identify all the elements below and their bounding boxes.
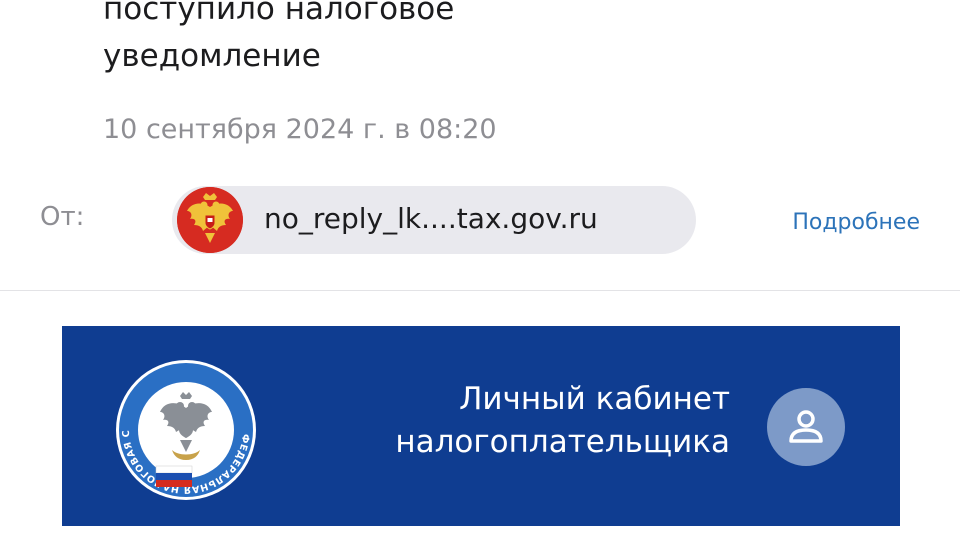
profile-button[interactable] bbox=[767, 388, 845, 466]
subject-line-1: поступило налоговое bbox=[103, 0, 455, 27]
banner-title: Личный кабинет налогоплательщика bbox=[395, 378, 730, 464]
lk-banner[interactable]: ФЕДЕРАЛЬНАЯ НАЛОГОВАЯ СЛУЖБА Личный каби… bbox=[62, 326, 900, 526]
user-icon bbox=[789, 410, 823, 443]
fns-logo: ФЕДЕРАЛЬНАЯ НАЛОГОВАЯ СЛУЖБА bbox=[108, 350, 258, 502]
from-label: От: bbox=[40, 202, 85, 232]
email-subject: поступило налоговое уведомление bbox=[103, 0, 803, 80]
email-date: 10 сентября 2024 г. в 08:20 bbox=[103, 114, 497, 145]
divider bbox=[0, 290, 960, 291]
banner-title-line-1: Личный кабинет bbox=[459, 381, 730, 417]
details-link[interactable]: Подробнее bbox=[792, 210, 920, 235]
sender-email: no_reply_lk....tax.gov.ru bbox=[264, 202, 598, 235]
banner-title-line-2: налогоплательщика bbox=[395, 424, 730, 460]
subject-line-2: уведомление bbox=[103, 38, 321, 74]
sender-chip[interactable]: no_reply_lk....tax.gov.ru bbox=[172, 186, 696, 254]
coat-of-arms-icon bbox=[177, 187, 243, 253]
